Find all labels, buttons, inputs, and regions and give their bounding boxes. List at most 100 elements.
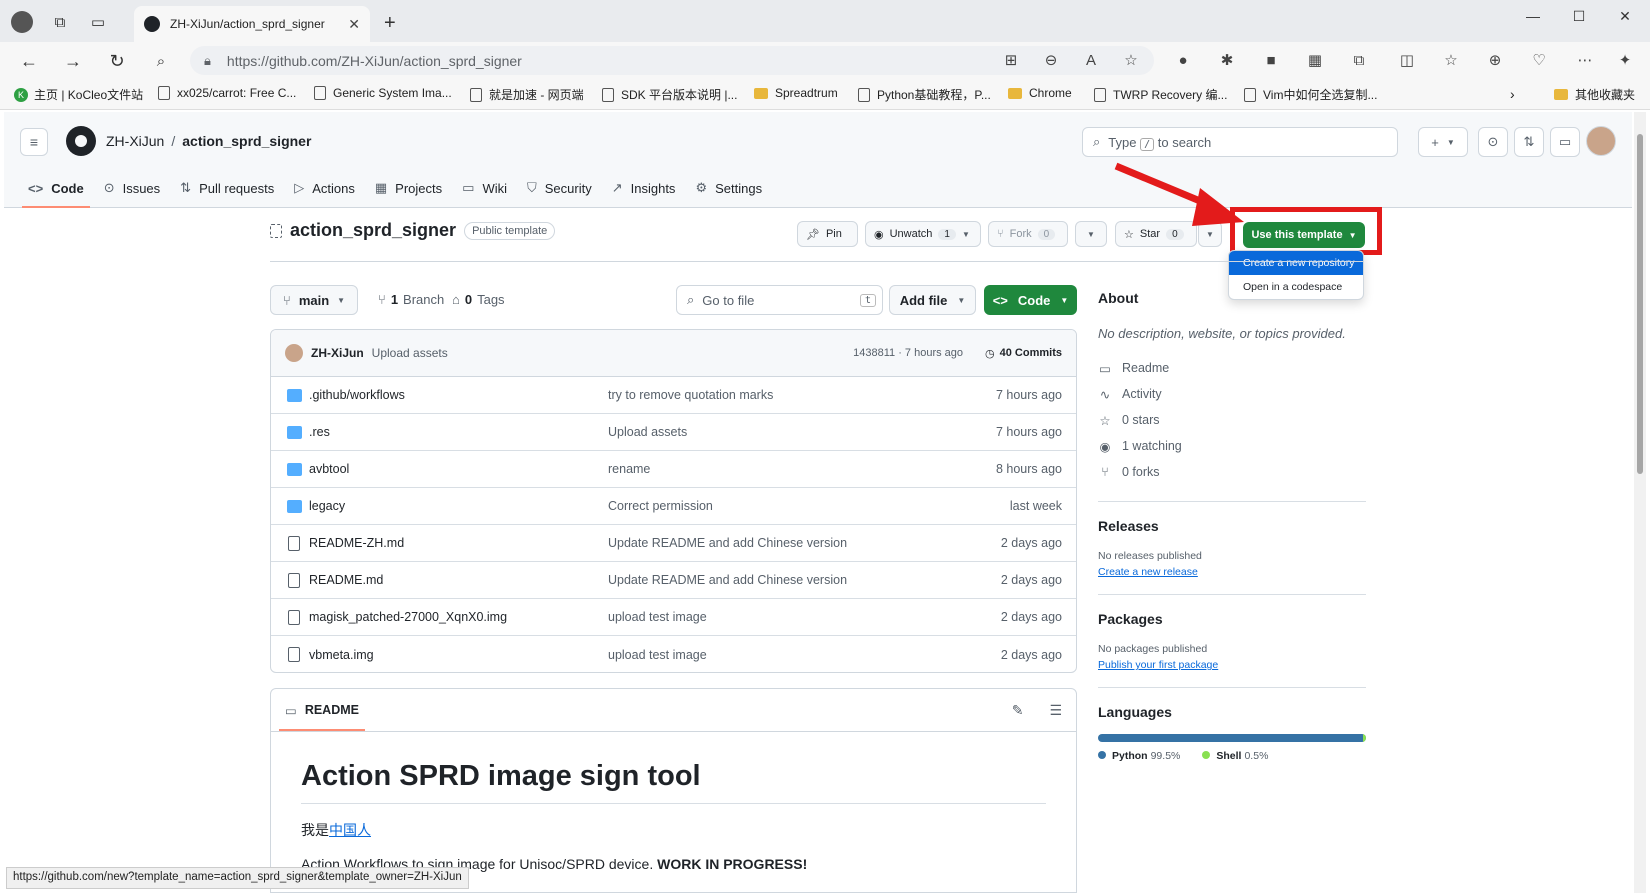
tab-code[interactable]: <> Code: [18, 168, 94, 208]
owner-link[interactable]: ZH-XiJun: [106, 133, 164, 149]
forward-icon[interactable]: →: [62, 50, 84, 72]
create-release-link[interactable]: Create a new release: [1098, 566, 1366, 578]
bookmark-folder[interactable]: Spreadtrum: [754, 86, 838, 100]
file-name[interactable]: vbmeta.img: [309, 648, 374, 662]
avatar[interactable]: [1586, 126, 1616, 156]
qr-code-icon[interactable]: ▦: [1304, 49, 1326, 71]
search-input[interactable]: ⌕ Type / to search: [1082, 127, 1398, 157]
file-name[interactable]: README-ZH.md: [309, 536, 404, 550]
close-tab-icon[interactable]: ✕: [348, 16, 360, 33]
back-icon[interactable]: ←: [18, 50, 40, 72]
bookmark-item[interactable]: SDK 平台版本说明 |...: [602, 86, 737, 103]
file-name[interactable]: .github/workflows: [309, 388, 405, 402]
edit-pencil-icon[interactable]: ✎: [1012, 702, 1024, 719]
file-name[interactable]: legacy: [309, 499, 345, 513]
table-row[interactable]: README-ZH.md Update README and add Chines…: [271, 525, 1076, 562]
other-favorites-folder[interactable]: 其他收藏夹: [1554, 86, 1635, 103]
file-commit-message[interactable]: upload test image: [608, 610, 707, 624]
bookmark-item[interactable]: xx025/carrot: Free C...: [158, 86, 296, 100]
stars-link[interactable]: ☆ 0 stars: [1098, 407, 1366, 433]
repo-name[interactable]: action_sprd_signer: [290, 220, 456, 241]
fork-button[interactable]: ⑂ Fork 0: [988, 221, 1068, 247]
fork-dropdown-button[interactable]: ▼: [1075, 221, 1107, 247]
pin-button[interactable]: 📌︎ Pin: [797, 221, 858, 247]
tab-insights[interactable]: ↗ Insights: [602, 168, 686, 208]
create-new-repository-item[interactable]: Create a new repository: [1229, 251, 1363, 275]
file-name[interactable]: avbtool: [309, 462, 349, 476]
branches-link[interactable]: ⑂ 1 Branch: [378, 292, 444, 307]
split-screen-icon[interactable]: ◫: [1396, 49, 1418, 71]
table-row[interactable]: README.md Update README and add Chinese v…: [271, 562, 1076, 599]
language-shell[interactable]: Shell 0.5%: [1202, 750, 1268, 762]
scrollbar-thumb[interactable]: [1637, 134, 1643, 474]
tab-settings[interactable]: ⚙ Settings: [685, 168, 772, 208]
file-name[interactable]: README.md: [309, 573, 383, 587]
hamburger-menu-icon[interactable]: ≡: [20, 128, 48, 156]
bookmark-item[interactable]: 就是加速 - 网页端: [470, 86, 584, 103]
code-button[interactable]: <> Code ▼: [984, 285, 1077, 315]
table-row[interactable]: .github/workflows try to remove quotation…: [271, 377, 1076, 414]
tab-projects[interactable]: ▦ Projects: [365, 168, 452, 208]
reload-icon[interactable]: ↻: [106, 50, 128, 72]
copilot-icon[interactable]: ✦: [1614, 49, 1636, 71]
extension-2-icon[interactable]: ✱: [1216, 49, 1238, 71]
file-commit-message[interactable]: rename: [608, 462, 650, 476]
releases-heading[interactable]: Releases: [1098, 518, 1366, 534]
extensions-icon[interactable]: ⧉: [1348, 49, 1370, 71]
table-row[interactable]: avbtool rename 8 hours ago: [271, 451, 1076, 488]
bookmark-item[interactable]: K 主页 | KoCleo文件站: [14, 86, 143, 103]
file-commit-message[interactable]: try to remove quotation marks: [608, 388, 773, 402]
browser-tab[interactable]: ZH-XiJun/action_sprd_signer ✕: [134, 6, 370, 42]
readme-link[interactable]: 中国人: [329, 822, 371, 838]
minimize-icon[interactable]: —: [1518, 8, 1548, 24]
create-new-button[interactable]: + ▼: [1418, 127, 1468, 157]
table-row[interactable]: vbmeta.img upload test image 2 days ago: [271, 636, 1076, 672]
tab-issues[interactable]: ⊙ Issues: [94, 168, 170, 208]
language-python[interactable]: Python 99.5%: [1098, 750, 1180, 762]
window-close-icon[interactable]: ✕: [1610, 8, 1640, 25]
table-row[interactable]: legacy Correct permission last week: [271, 488, 1076, 525]
favorite-icon[interactable]: ☆: [1120, 49, 1142, 71]
publish-package-link[interactable]: Publish your first package: [1098, 659, 1366, 671]
bookmark-item[interactable]: Vim中如何全选复制...: [1244, 86, 1377, 103]
commit-message[interactable]: Upload assets: [372, 346, 448, 360]
file-commit-message[interactable]: Upload assets: [608, 425, 687, 439]
activity-link[interactable]: ∿ Activity: [1098, 381, 1366, 407]
zoom-icon[interactable]: ⊖: [1040, 49, 1062, 71]
search-icon[interactable]: ⌕: [150, 50, 172, 72]
pull-requests-icon[interactable]: ⇅: [1514, 127, 1544, 157]
github-logo-icon[interactable]: [66, 126, 96, 156]
favorites-icon[interactable]: ☆: [1440, 49, 1462, 71]
bookmark-item[interactable]: Generic System Ima...: [314, 86, 452, 100]
unwatch-button[interactable]: ◉ Unwatch 1 ▼: [865, 221, 981, 247]
commit-hash-time[interactable]: 1438811 · 7 hours ago: [853, 347, 963, 359]
tab-security[interactable]: ⛉ Security: [517, 168, 602, 208]
file-commit-message[interactable]: Correct permission: [608, 499, 713, 513]
extension-1-icon[interactable]: ●: [1172, 49, 1194, 71]
add-file-button[interactable]: Add file ▼: [889, 285, 976, 315]
app-available-icon[interactable]: ⊞: [1000, 49, 1022, 71]
workspaces-icon[interactable]: ⧉: [48, 10, 72, 34]
extension-3-icon[interactable]: ■: [1260, 49, 1282, 71]
file-commit-message[interactable]: Update README and add Chinese version: [608, 573, 847, 587]
tab-pull-requests[interactable]: ⇅ Pull requests: [170, 168, 284, 208]
read-aloud-icon[interactable]: A: [1080, 49, 1102, 71]
maximize-icon[interactable]: ☐: [1564, 8, 1594, 25]
readme-tab[interactable]: README: [305, 703, 359, 717]
table-row[interactable]: magisk_patched-27000_XqnX0.img upload tes…: [271, 599, 1076, 636]
profile-icon[interactable]: [10, 10, 34, 34]
tags-link[interactable]: ⌂ 0 Tags: [452, 292, 505, 307]
file-name[interactable]: magisk_patched-27000_XqnX0.img: [309, 610, 507, 624]
collections-icon[interactable]: ⊕: [1484, 49, 1506, 71]
inbox-icon[interactable]: ▭: [1550, 127, 1580, 157]
branch-select-button[interactable]: ⑂ main ▼: [270, 285, 359, 315]
go-to-file-input[interactable]: ⌕ Go to file t: [676, 285, 883, 315]
file-commit-message[interactable]: Update README and add Chinese version: [608, 536, 847, 550]
outline-list-icon[interactable]: ☰: [1049, 702, 1062, 719]
browser-essentials-icon[interactable]: ♡: [1528, 49, 1550, 71]
bookmarks-overflow-icon[interactable]: ›: [1510, 86, 1515, 102]
more-menu-icon[interactable]: ⋯: [1574, 49, 1596, 71]
bookmark-item[interactable]: TWRP Recovery 编...: [1094, 86, 1227, 103]
file-commit-message[interactable]: upload test image: [608, 648, 707, 662]
bookmark-item[interactable]: Python基础教程，P...: [858, 86, 991, 103]
